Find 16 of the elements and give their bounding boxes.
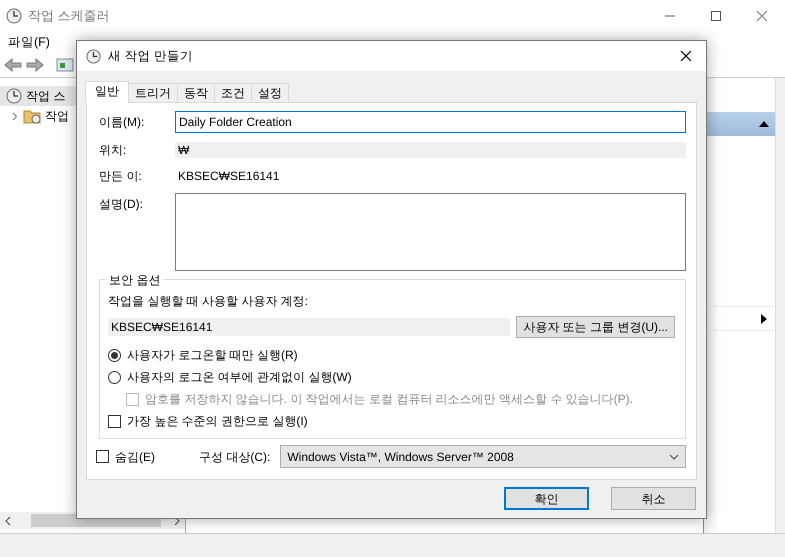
author-value: KBSEC₩SE16141: [177, 168, 280, 185]
checkbox-label: 암호를 저장하지 않습니다. 이 작업에서는 로컬 컴퓨터 리소스에만 액세스할 수 있습니다(P).: [145, 391, 634, 408]
field-label: 위치:: [99, 142, 128, 159]
radio-label: 사용자가 로그온할 때만 실행(R): [127, 347, 298, 364]
dialog-title: 새 작업 만들기: [108, 48, 193, 65]
window-title: 작업 스케줄러: [28, 7, 110, 26]
field-label: 설명(D):: [99, 196, 144, 213]
field-label: 이름(M):: [99, 114, 146, 131]
checkbox-label: 숨김(E): [115, 448, 155, 466]
account-label: 작업을 실행할 때 사용할 사용자 계정:: [108, 293, 310, 310]
location-value: ₩: [175, 142, 686, 158]
radio-label: 사용자의 로그온 여부에 관계없이 실행(W): [127, 369, 352, 386]
field-label: 구성 대상(C):: [199, 448, 270, 466]
field-label: 만든 이:: [99, 168, 143, 185]
account-value: KBSEC₩SE16141: [108, 318, 510, 336]
checkbox-label: 가장 높은 수준의 권한으로 실행(I): [127, 413, 308, 430]
